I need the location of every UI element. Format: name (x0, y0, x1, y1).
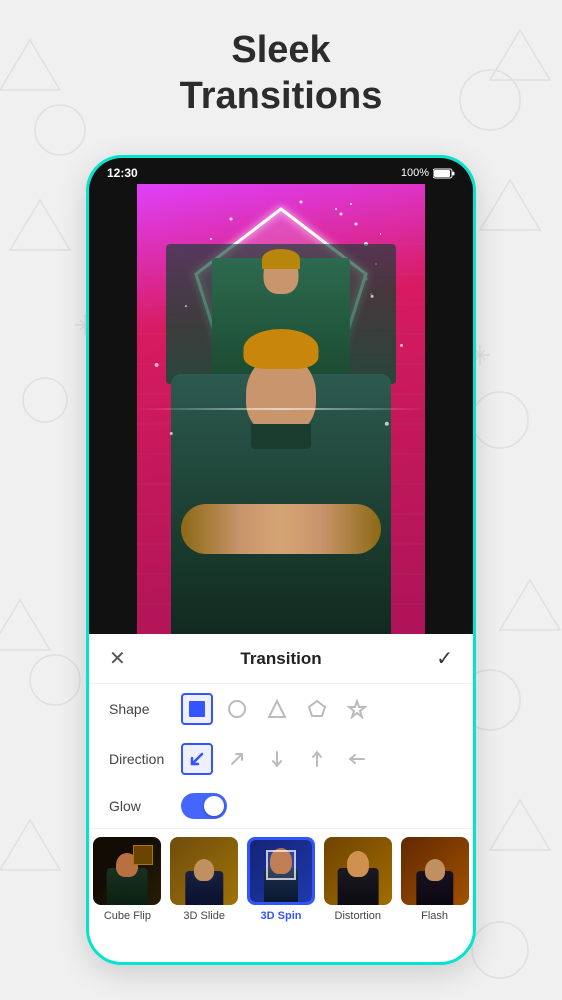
direction-label: Direction (109, 751, 181, 767)
black-bar-right (425, 184, 473, 634)
glow-row: Glow (89, 784, 473, 828)
glow-toggle[interactable] (181, 793, 227, 819)
direction-bottomleft-btn[interactable] (181, 743, 213, 775)
page-title: Sleek Transitions (0, 28, 562, 119)
battery-text: 100% (401, 167, 429, 179)
image-area (89, 184, 473, 634)
shape-row: Shape (89, 684, 473, 734)
thumb-img-3d-slide (170, 837, 238, 905)
thumb-flash[interactable]: Flash (396, 837, 473, 928)
shape-label: Shape (109, 701, 181, 717)
thumb-label-flash: Flash (421, 910, 448, 922)
status-time: 12:30 (107, 166, 138, 180)
thumb-img-distortion (324, 837, 392, 905)
thumb-img-cube-flip (93, 837, 161, 905)
transition-header: ✕ Transition ✓ (89, 646, 473, 684)
close-button[interactable]: ✕ (109, 646, 126, 671)
thumb-img-3d-spin (247, 837, 315, 905)
transition-title: Transition (240, 649, 321, 669)
status-bar: 12:30 100% (89, 158, 473, 184)
thumbnail-strip: Cube Flip 3D Slide (89, 828, 473, 928)
thumb-label-cube-flip: Cube Flip (104, 910, 151, 922)
transition-panel: ✕ Transition ✓ Shape (89, 634, 473, 936)
thumb-distortion[interactable]: Distortion (319, 837, 396, 928)
direction-up-btn[interactable] (301, 743, 333, 775)
thumb-label-distortion: Distortion (335, 910, 381, 922)
direction-down-btn[interactable] (261, 743, 293, 775)
shape-star-btn[interactable] (341, 693, 373, 725)
toggle-knob (204, 796, 224, 816)
thumb-cube-flip[interactable]: Cube Flip (89, 837, 166, 928)
confirm-button[interactable]: ✓ (436, 646, 453, 671)
battery-icon (433, 168, 455, 179)
thumb-label-3d-spin: 3D Spin (261, 910, 302, 922)
shape-square-btn[interactable] (181, 693, 213, 725)
thumb-label-3d-slide: 3D Slide (183, 910, 225, 922)
glow-label: Glow (109, 798, 181, 814)
status-right: 100% (401, 167, 455, 179)
shape-circle-btn[interactable] (221, 693, 253, 725)
direction-topright-btn[interactable] (221, 743, 253, 775)
shape-options (181, 693, 373, 725)
direction-options (181, 743, 373, 775)
thumb-3d-spin[interactable]: 3D Spin (243, 837, 320, 928)
phone-mockup: 12:30 100% (86, 155, 476, 965)
thumb-img-flash (401, 837, 469, 905)
shape-triangle-btn[interactable] (261, 693, 293, 725)
thumb-3d-slide[interactable]: 3D Slide (166, 837, 243, 928)
direction-left-btn[interactable] (341, 743, 373, 775)
black-bar-left (89, 184, 137, 634)
shape-pentagon-btn[interactable] (301, 693, 333, 725)
direction-row: Direction (89, 734, 473, 784)
